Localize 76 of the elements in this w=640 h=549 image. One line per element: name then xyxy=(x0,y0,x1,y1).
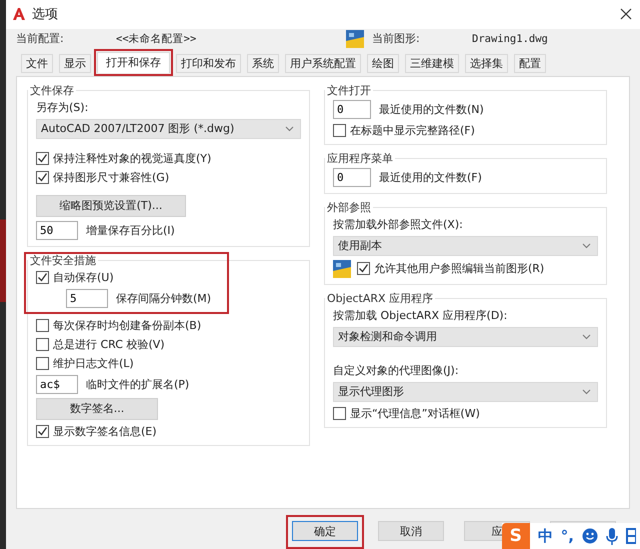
digital-signature-button[interactable]: 数字签名... xyxy=(36,398,158,420)
drawing-label: 当前图形: xyxy=(372,31,421,46)
dropdown[interactable]: AutoCAD 2007/LT2007 图形 (*.dwg) xyxy=(36,118,301,139)
dialog-button[interactable]: 取消 xyxy=(378,521,444,541)
checkbox-label: 在标题中显示完整路径(F) xyxy=(350,122,475,138)
tab[interactable]: 用户系统配置 xyxy=(285,54,361,73)
checkbox-label: 维护日志文件(L) xyxy=(53,356,134,371)
profile-name: <<未命名配置>> xyxy=(116,32,198,46)
caret-icon xyxy=(582,334,591,340)
field-label: 按需加载外部参照文件(X): xyxy=(333,216,464,232)
checkbox-label: 保持注释性对象的视觉逼真度(Y) xyxy=(53,150,212,166)
input-field[interactable]: 0 xyxy=(333,100,371,119)
checkbox-label: 每次保存时均创建备份副本(B) xyxy=(53,318,202,333)
app-logo-icon xyxy=(12,7,26,22)
smiley-icon[interactable] xyxy=(582,528,598,544)
dropdown[interactable]: 对象检测和命令调用 xyxy=(333,326,598,347)
checkbox[interactable] xyxy=(333,124,346,137)
window-title: 选项 xyxy=(32,6,59,24)
tab[interactable]: 显示 xyxy=(59,54,91,73)
drawing-icon xyxy=(333,260,351,278)
dropdown[interactable]: 显示代理图形 xyxy=(333,382,598,402)
checkbox[interactable] xyxy=(36,152,49,165)
tab[interactable]: 系统 xyxy=(247,54,279,73)
caret-icon xyxy=(582,388,591,395)
tab[interactable]: 绘图 xyxy=(367,54,399,73)
checkbox-label: 保持图形尺寸兼容性(G) xyxy=(53,170,170,185)
checkbox-label: 总是进行 CRC 校验(V) xyxy=(53,336,165,352)
tab[interactable]: 打开和保存 xyxy=(97,52,170,73)
caret-icon xyxy=(285,126,294,132)
input-field[interactable]: 50 xyxy=(36,220,78,240)
field-label: 保存间隔分钟数(M) xyxy=(116,290,212,306)
group-title: 文件安全措施 xyxy=(29,252,97,268)
tab[interactable]: 配置 xyxy=(514,54,546,73)
group-title: 文件保存 xyxy=(29,82,75,98)
field-label: 临时文件的扩展名(P) xyxy=(86,376,190,392)
checkbox-label: 允许其他用户参照编辑当前图形(R) xyxy=(374,261,544,276)
dropdown[interactable]: 使用副本 xyxy=(333,236,598,256)
checkbox[interactable] xyxy=(36,338,49,351)
close-icon[interactable] xyxy=(620,8,632,20)
checkbox-label: 显示数字签名信息(E) xyxy=(53,424,157,439)
thumbnail-settings-button[interactable]: 缩略图预览设置(T)... xyxy=(36,194,186,217)
dialog-button[interactable]: 确定 xyxy=(292,521,358,541)
field-label: 增量保存百分比(I) xyxy=(86,222,175,238)
checkbox[interactable] xyxy=(36,318,49,332)
microphone-icon[interactable] xyxy=(606,528,618,544)
field-label: 最近使用的文件数(N) xyxy=(379,102,484,117)
checkbox-label: 自动保存(U) xyxy=(53,270,114,285)
input-mode[interactable]: 中 xyxy=(538,526,553,546)
drawing-name: Drawing1.dwg xyxy=(472,32,549,45)
field-label: 自定义对象的代理图像(J): xyxy=(333,362,460,378)
group-title: 应用程序菜单 xyxy=(326,150,394,166)
punctuation-mode[interactable]: °, xyxy=(560,527,574,545)
checkbox[interactable] xyxy=(357,262,370,276)
tab[interactable]: 三维建模 xyxy=(405,54,459,73)
field-label: 按需加载 ObjectARX 应用程序(D): xyxy=(333,308,508,323)
caret-icon xyxy=(582,242,591,249)
checkbox[interactable] xyxy=(333,406,346,420)
checkbox[interactable] xyxy=(36,356,49,370)
tab[interactable]: 打印和发布 xyxy=(176,54,241,73)
checkbox[interactable] xyxy=(36,424,49,438)
tab[interactable]: 文件 xyxy=(21,54,53,73)
checkbox[interactable] xyxy=(36,170,49,184)
input-field[interactable]: 0 xyxy=(333,168,371,187)
input-field[interactable]: 5 xyxy=(66,288,108,308)
field-label: 另存为(S): xyxy=(36,100,90,115)
field-label: 最近使用的文件数(F) xyxy=(379,170,482,185)
drawing-icon xyxy=(346,30,364,48)
group-title: ObjectARX 应用程序 xyxy=(326,290,434,306)
input-field[interactable]: ac$ xyxy=(36,374,78,394)
tab[interactable]: 选择集 xyxy=(465,54,508,73)
group-title: 文件打开 xyxy=(326,82,372,98)
profile-label: 当前配置: xyxy=(16,31,65,46)
grid-icon[interactable] xyxy=(626,528,636,544)
checkbox-label: 显示“代理信息”对话框(W) xyxy=(350,406,480,421)
group-title: 外部参照 xyxy=(326,200,372,215)
checkbox[interactable] xyxy=(36,270,49,284)
